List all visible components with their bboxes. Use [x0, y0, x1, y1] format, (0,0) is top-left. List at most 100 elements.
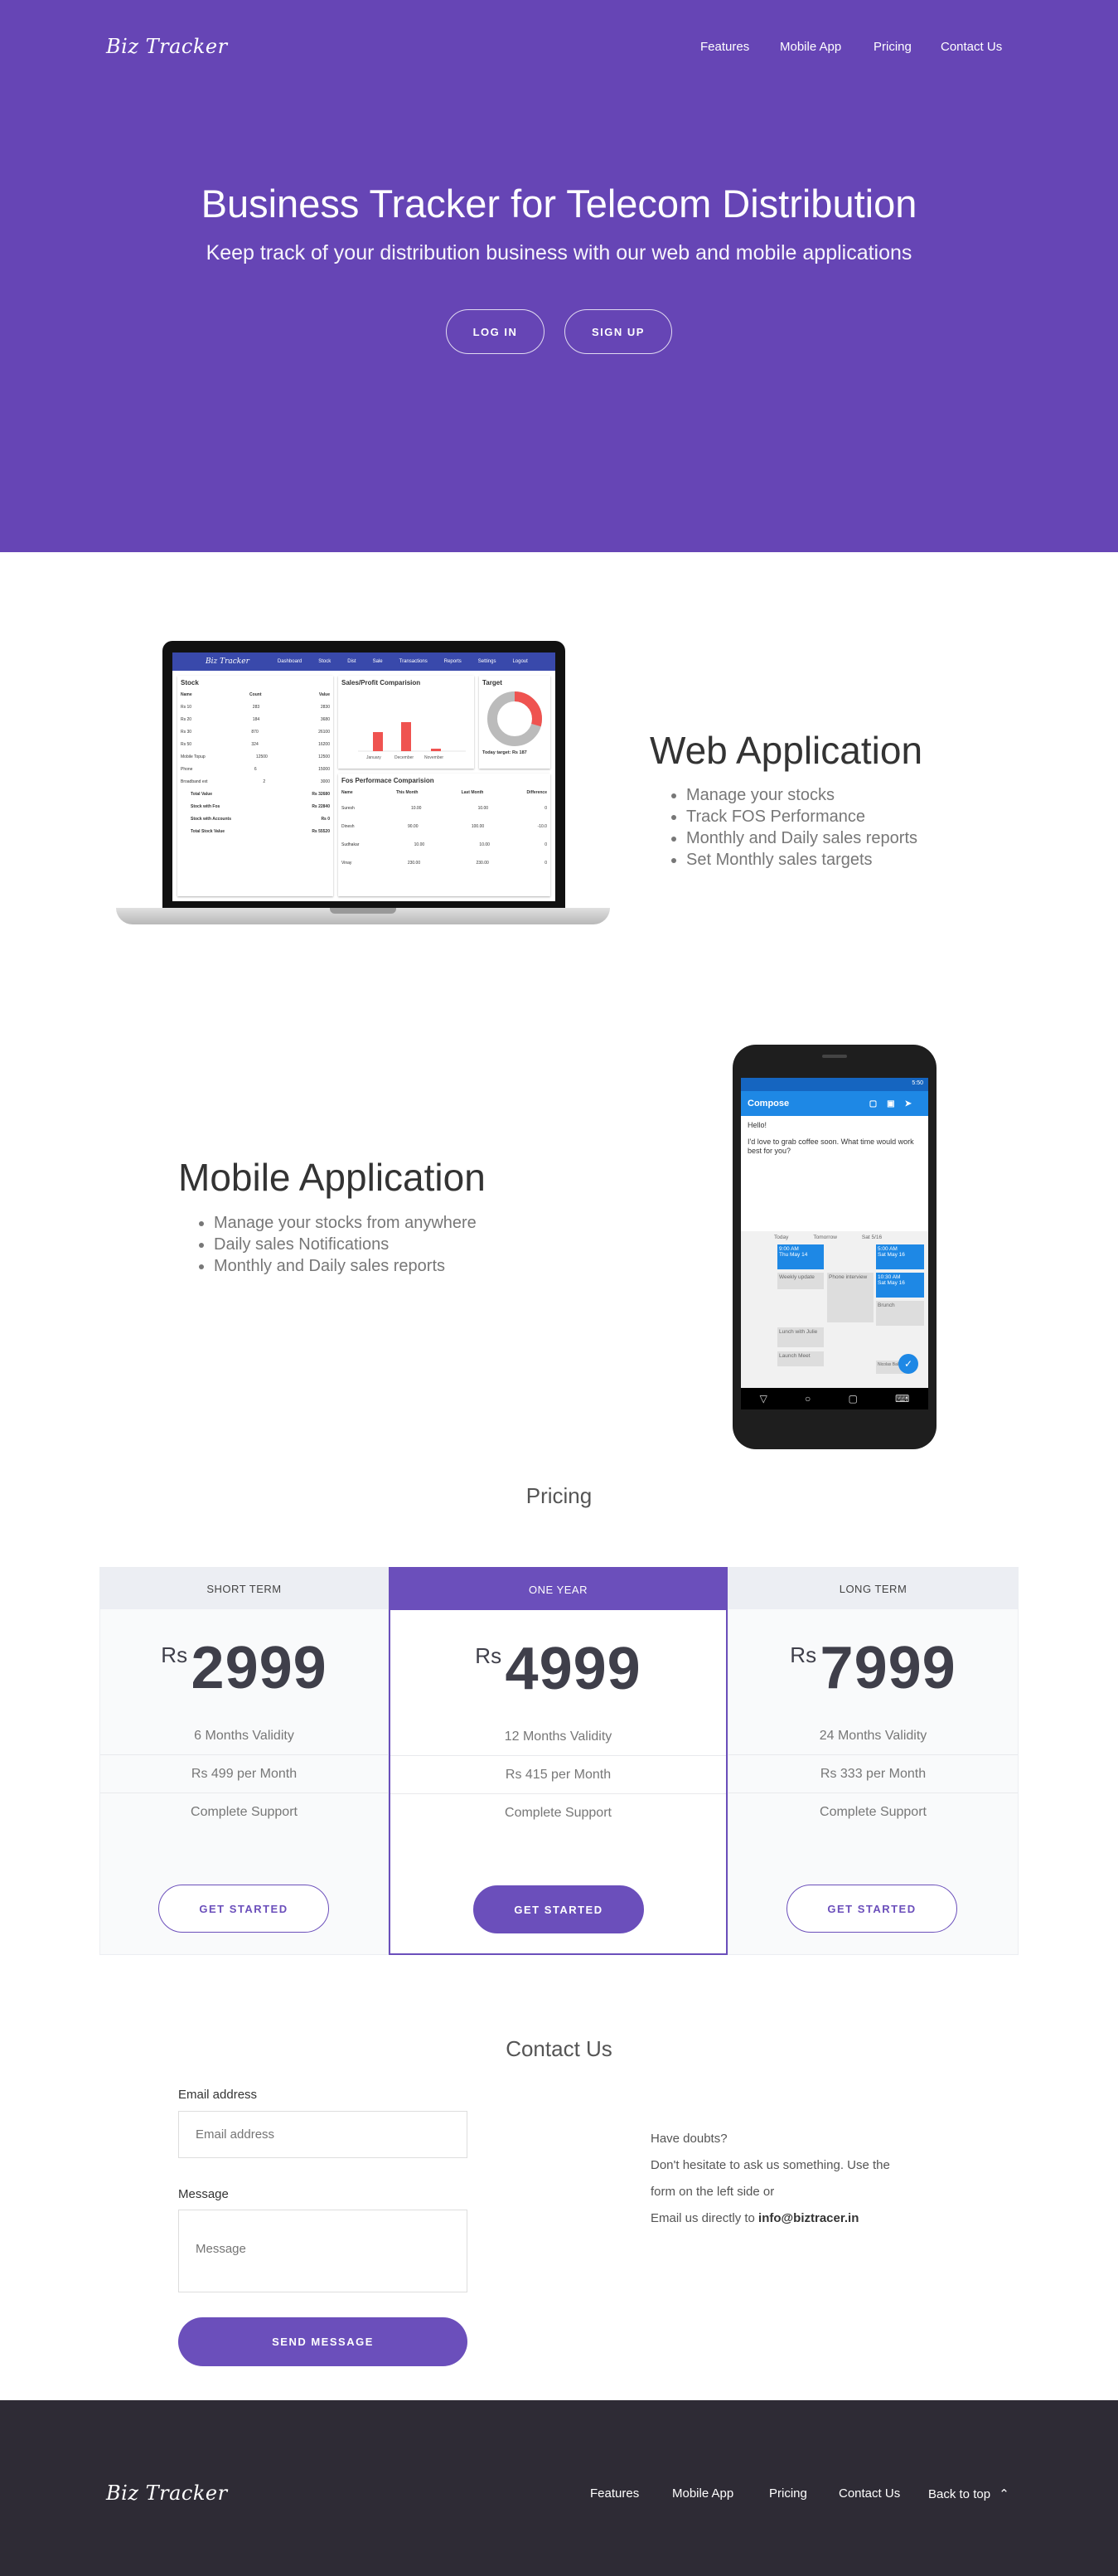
- footer-nav-mobile-app[interactable]: Mobile App: [672, 2486, 733, 2501]
- keyboard-icon[interactable]: ⌨: [895, 1393, 909, 1404]
- web-feature-item: Track FOS Performance: [686, 806, 917, 827]
- contact-email-link[interactable]: info@biztracer.in: [758, 2211, 859, 2225]
- fos-cell: 0: [544, 806, 547, 811]
- stock-total-row: Total Stock Value Rs 55520: [181, 826, 330, 838]
- stock-total-row: Total Value Rs 32680: [181, 788, 330, 801]
- footer-nav-features[interactable]: Features: [590, 2486, 639, 2501]
- stock-row: Phone 6 15000: [181, 764, 330, 776]
- nav-features[interactable]: Features: [700, 40, 749, 54]
- footer-nav-pricing[interactable]: Pricing: [769, 2486, 807, 2501]
- stock-row: Rs 20 184 3680: [181, 714, 330, 726]
- laptop-screenshot: Biz Tracker Dashboard Stock Dist Sale Tr…: [116, 641, 610, 931]
- fos-header: Name: [341, 790, 353, 795]
- calendar-slot[interactable]: 5:00 AM Sat May 16: [876, 1244, 924, 1269]
- mobile-app-features: Manage your stocks from anywhere Daily s…: [196, 1212, 477, 1277]
- get-started-button[interactable]: GET STARTED: [473, 1885, 644, 1933]
- calendar-event: Launch Meet: [777, 1351, 824, 1366]
- compose-title: Compose: [748, 1099, 790, 1109]
- recents-icon[interactable]: ▢: [848, 1393, 857, 1404]
- laptop-notch: [330, 908, 396, 914]
- sales-bar: [373, 732, 383, 751]
- calendar-day: Tomorrow: [813, 1234, 837, 1240]
- plan-validity: 12 Months Validity: [390, 1718, 726, 1756]
- bar-label: January: [366, 755, 381, 760]
- doubts-line: Email us directly to: [651, 2211, 755, 2225]
- mini-nav-item: Logout: [512, 659, 528, 664]
- calendar-day: Sat 5/16: [861, 1234, 883, 1240]
- mini-nav-item: Dist: [347, 659, 356, 664]
- calendar-slot[interactable]: 10:30 AM Sat May 16: [876, 1273, 924, 1298]
- send-message-button[interactable]: SEND MESSAGE: [178, 2317, 467, 2366]
- compose-bar: Compose ▢▣➤: [741, 1091, 928, 1116]
- fos-row: Sudhakar 10.00 10.00 0: [341, 836, 547, 854]
- phone-status-bar: 5:50: [741, 1078, 928, 1091]
- stock-cell: 3680: [320, 717, 330, 722]
- contact-info: Have doubts? Don't hesitate to ask us so…: [651, 2126, 890, 2232]
- hero-subtitle: Keep track of your distribution business…: [206, 241, 912, 264]
- stock-card-title: Stock: [181, 679, 199, 686]
- fos-cell: 10.00: [410, 806, 422, 811]
- stock-cell: 15000: [318, 767, 330, 772]
- home-icon[interactable]: ○: [805, 1393, 811, 1404]
- nav-pricing[interactable]: Pricing: [874, 40, 912, 54]
- check-fab-icon[interactable]: ✓: [898, 1354, 918, 1374]
- plan-name: LONG TERM: [728, 1568, 1018, 1609]
- fos-row: Vinay 230.00 230.00 0: [341, 854, 547, 872]
- chevron-up-icon: ⌃: [999, 2487, 1009, 2501]
- login-button[interactable]: LOG IN: [446, 309, 544, 354]
- doubts-line: form on the left side or: [651, 2185, 775, 2199]
- fos-cell: 230.00: [407, 861, 421, 866]
- fos-rows: Suresh 10.00 10.00 0 Dinesh 90.00 100.00 -10.0 S…: [341, 799, 547, 872]
- fos-header: This Month: [395, 790, 419, 795]
- brand-logo[interactable]: Biz Tracker: [106, 35, 228, 58]
- phone-screenshot: 5:50 Compose ▢▣➤ Hello! I'd love to grab…: [733, 1045, 937, 1449]
- sales-bar-chart: January December November: [358, 722, 466, 760]
- price-amount: 4999: [505, 1636, 641, 1702]
- get-started-button[interactable]: GET STARTED: [158, 1885, 329, 1933]
- sales-card-title: Sales/Profit Comparision: [341, 679, 421, 686]
- footer-brand-logo[interactable]: Biz Tracker: [106, 2481, 228, 2505]
- calendar-days: Today Tomorrow Sat 5/16: [741, 1231, 928, 1243]
- plan-validity: 6 Months Validity: [100, 1717, 388, 1755]
- get-started-button[interactable]: GET STARTED: [786, 1885, 957, 1933]
- fos-cell: Sudhakar: [341, 842, 360, 847]
- currency: Rs: [161, 1642, 188, 1667]
- compose-actions-icon: ▢▣➤: [869, 1099, 922, 1109]
- mini-navbar: Biz Tracker Dashboard Stock Dist Sale Tr…: [172, 652, 555, 671]
- message-field[interactable]: [178, 2210, 467, 2292]
- web-feature-item: Set Monthly sales targets: [686, 849, 917, 871]
- fos-row: Dinesh 90.00 100.00 -10.0: [341, 817, 547, 836]
- email-field[interactable]: [178, 2111, 467, 2158]
- plan-support: Complete Support: [191, 1805, 298, 1819]
- fos-cell: -10.0: [537, 824, 547, 829]
- mobile-feature-item: Monthly and Daily sales reports: [214, 1255, 477, 1277]
- back-icon[interactable]: ▽: [760, 1393, 767, 1404]
- stock-card: Stock Name Count Value Rs 10 283 2830 Rs 20…: [177, 676, 333, 896]
- stock-cell: 12500: [318, 754, 330, 759]
- slot-date: Sat May 16: [878, 1252, 905, 1258]
- plan-price: Rs 4999: [390, 1635, 726, 1703]
- stock-cell: Rs 30: [181, 730, 192, 735]
- nav-contact-us[interactable]: Contact Us: [941, 40, 1002, 54]
- bar-label: November: [424, 755, 443, 760]
- slot-time: 9:00 AM: [779, 1246, 799, 1252]
- slot-time: 5:00 AM: [878, 1246, 898, 1252]
- fos-cell: 230.00: [476, 861, 489, 866]
- stock-cell: 184: [252, 717, 260, 722]
- sales-bar: [431, 749, 441, 751]
- signup-button[interactable]: SIGN UP: [564, 309, 672, 354]
- stock-total-cell: Total Stock Value: [191, 829, 225, 834]
- back-to-top-link[interactable]: Back to top ⌃: [928, 2486, 1009, 2501]
- back-to-top-label: Back to top: [928, 2487, 991, 2501]
- plan-name: SHORT TERM: [100, 1568, 388, 1609]
- mini-nav-item: Sale: [372, 659, 383, 664]
- nav-mobile-app[interactable]: Mobile App: [780, 40, 841, 54]
- footer-nav-contact-us[interactable]: Contact Us: [839, 2486, 900, 2501]
- stock-total-cell: Rs 55520: [312, 829, 330, 834]
- plan-monthly: Rs 499 per Month: [100, 1755, 388, 1793]
- mobile-feature-item: Daily sales Notifications: [214, 1234, 477, 1255]
- plan-short-term: SHORT TERM Rs 2999 6 Months Validity Rs …: [99, 1567, 389, 1955]
- calendar-slot[interactable]: 9:00 AM Thu May 14: [777, 1244, 824, 1269]
- stock-row: Mobile Topup 12500 12500: [181, 751, 330, 764]
- stock-cell: 2830: [320, 705, 330, 710]
